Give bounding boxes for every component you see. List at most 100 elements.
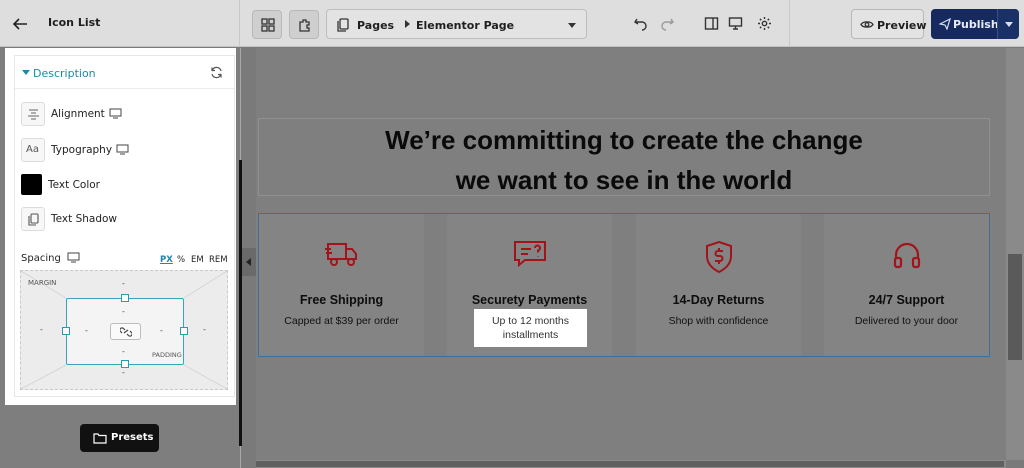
feature-title: Free Shipping (299, 293, 384, 307)
caret-down-icon (22, 70, 30, 75)
text-shadow-label: Text Shadow (51, 213, 118, 225)
alignment-control[interactable]: Alignment (21, 102, 231, 126)
feature-subtitle: Delivered to your door (854, 315, 959, 327)
settings-panel: Description Alignment Aa Typography Text… (5, 48, 236, 405)
scrollbar-thumb[interactable] (256, 461, 1004, 467)
heading-line-1: We’re committing to create the change (385, 125, 863, 155)
chevron-left-icon (246, 258, 251, 266)
padding-box: - - - - PADDING (66, 298, 184, 365)
panel-layout-icon[interactable] (704, 16, 719, 31)
structure-button[interactable] (289, 10, 319, 39)
alignment-button[interactable] (21, 102, 45, 126)
desktop-icon[interactable] (109, 108, 122, 119)
copy-icon (28, 213, 39, 226)
vertical-scrollbar[interactable] (1006, 48, 1024, 460)
padding-right-handle[interactable] (180, 327, 188, 335)
toolbar-divider (789, 0, 790, 47)
padding-top-value[interactable]: - (122, 307, 125, 316)
padding-right-value[interactable]: - (160, 326, 163, 335)
breadcrumb-separator-icon (405, 20, 410, 28)
padding-top-handle[interactable] (121, 294, 129, 302)
feature-subtitle: Shop with confidence (668, 315, 769, 327)
widgets-button[interactable] (252, 10, 282, 39)
folder-icon (93, 433, 107, 444)
feature-subtitle: Capped at $39 per order (284, 315, 399, 327)
padding-bottom-handle[interactable] (121, 360, 129, 368)
margin-right-value[interactable]: - (203, 325, 206, 334)
panel-resize-handle[interactable] (239, 160, 242, 446)
feature-title: Securety Payments (471, 293, 588, 307)
text-color-label: Text Color (48, 179, 100, 191)
padding-left-value[interactable]: - (85, 326, 88, 335)
feature-card-shipping[interactable]: Free Shipping Capped at $39 per order (259, 214, 424, 356)
heading-widget[interactable]: We’re committing to create the change we… (258, 118, 990, 196)
redo-icon[interactable] (660, 16, 675, 31)
horizontal-scrollbar[interactable] (256, 460, 1006, 468)
preview-button[interactable]: Preview (851, 9, 927, 39)
eye-icon (860, 21, 874, 28)
headphones-icon (893, 242, 920, 269)
panel-header: Icon List (0, 0, 240, 47)
text-color-swatch[interactable] (21, 174, 42, 195)
margin-top-value[interactable]: - (122, 279, 125, 288)
typography-control[interactable]: Aa Typography (21, 138, 231, 162)
feature-title: 24/7 Support (868, 293, 945, 307)
presets-label: Presets (111, 432, 154, 443)
pages-label: Pages (357, 19, 395, 32)
scrollbar-thumb[interactable] (1008, 254, 1022, 360)
tooltip-line-1: Up to 12 months (491, 315, 570, 327)
tooltip-line-2: installments (502, 329, 559, 341)
typography-label: Typography (51, 144, 113, 156)
collapse-panel-button[interactable] (242, 248, 256, 276)
page-title: Icon List (48, 16, 101, 29)
link-values-button[interactable] (110, 323, 141, 340)
publish-options-button[interactable] (997, 9, 1019, 39)
typography-button[interactable]: Aa (21, 138, 45, 162)
page-name: Elementor Page (416, 19, 515, 32)
section-title: Description (33, 67, 96, 80)
heading-line-2: we want to see in the world (455, 165, 793, 195)
align-center-icon (28, 109, 39, 120)
padding-label: PADDING (152, 351, 182, 359)
pages-dropdown[interactable]: Pages Elementor Page (326, 9, 587, 39)
top-bar: Icon List Pages Elementor Page Preview P… (0, 0, 1024, 47)
unit-rem[interactable]: REM (209, 255, 228, 265)
icon-list-widget[interactable]: Free Shipping Capped at $39 per order Se… (258, 213, 990, 357)
send-icon (939, 18, 951, 30)
feature-card-support[interactable]: 24/7 Support Delivered to your door (824, 214, 989, 356)
text-shadow-control[interactable]: Text Shadow (21, 207, 231, 231)
preview-label: Preview (877, 19, 927, 32)
link-icon (120, 327, 132, 337)
presets-button[interactable]: Presets (80, 424, 159, 452)
undo-icon[interactable] (633, 16, 648, 31)
margin-label: MARGIN (28, 279, 57, 287)
shield-dollar-icon (705, 240, 732, 274)
margin-bottom-value[interactable]: - (122, 368, 125, 377)
unit-em[interactable]: EM (191, 255, 204, 265)
margin-left-value[interactable]: - (40, 325, 43, 334)
truck-icon (324, 243, 357, 266)
chevron-down-icon (568, 23, 576, 28)
desktop-icon[interactable] (67, 252, 80, 263)
padding-bottom-value[interactable]: - (122, 347, 125, 356)
reset-icon[interactable] (210, 66, 223, 79)
padding-left-handle[interactable] (62, 327, 70, 335)
gear-icon[interactable] (757, 16, 772, 31)
desktop-icon[interactable] (728, 16, 743, 31)
feature-subtitle-highlight[interactable]: Up to 12 months installments (474, 309, 587, 347)
puzzle-icon (299, 19, 310, 32)
chat-question-icon (513, 241, 546, 268)
section-header[interactable]: Description (15, 56, 234, 89)
desktop-icon[interactable] (116, 144, 129, 155)
document-icon (337, 18, 349, 32)
arrow-left-icon[interactable] (11, 15, 29, 33)
margin-box: MARGIN - - - - - - - - PADDING (20, 270, 228, 390)
feature-card-returns[interactable]: 14-Day Returns Shop with confidence (636, 214, 801, 356)
unit-percent[interactable]: % (177, 255, 185, 265)
text-color-control[interactable]: Text Color (21, 173, 231, 197)
publish-button[interactable]: Publish (931, 9, 999, 39)
text-shadow-button[interactable] (21, 207, 45, 231)
feature-title: 14-Day Returns (672, 293, 765, 307)
alignment-label: Alignment (51, 108, 105, 120)
unit-px[interactable]: PX (160, 255, 173, 265)
